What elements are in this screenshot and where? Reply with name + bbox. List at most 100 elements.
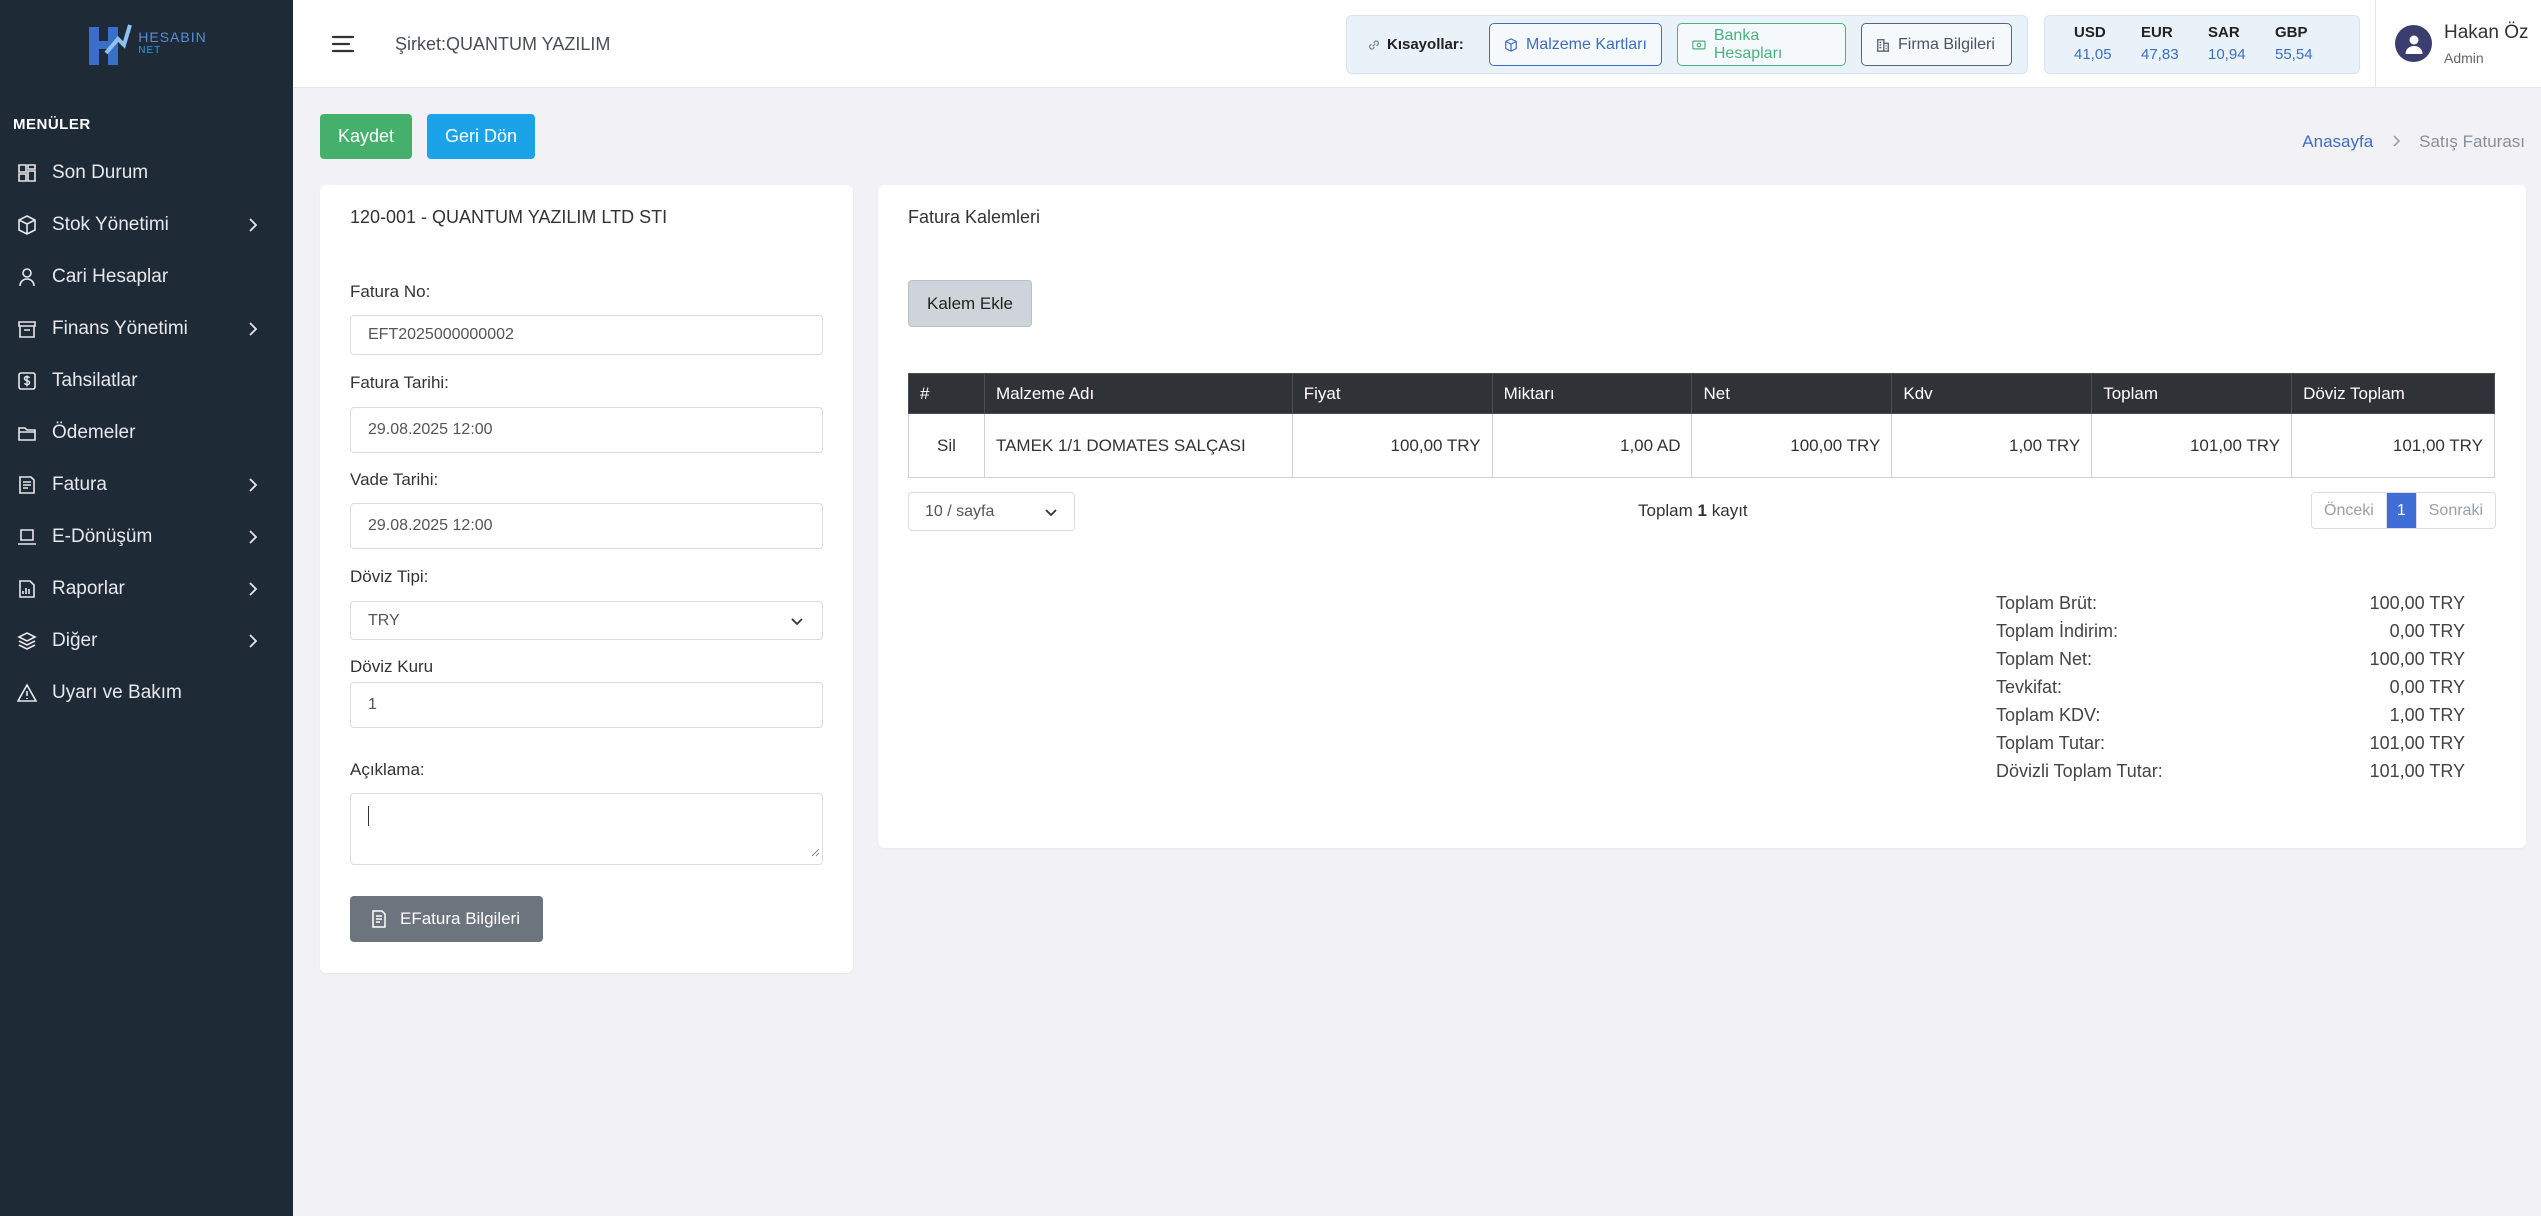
shortcut-label: Malzeme Kartları bbox=[1526, 35, 1647, 53]
link-icon bbox=[1369, 39, 1379, 50]
logo-text: HESABIN NET bbox=[138, 30, 206, 58]
chevron-right-icon bbox=[243, 475, 263, 495]
sidebar-item-label: Diğer bbox=[52, 630, 98, 651]
shortcut-firma-bilgileri[interactable]: Firma Bilgileri bbox=[1861, 23, 2012, 66]
col-net: Net bbox=[1691, 373, 1893, 414]
shortcut-label: Firma Bilgileri bbox=[1898, 35, 1995, 53]
shortcut-banka-hesaplari[interactable]: Banka Hesapları bbox=[1677, 23, 1846, 66]
report-icon bbox=[17, 579, 37, 599]
receipt-icon bbox=[372, 910, 386, 928]
user-avatar-icon bbox=[2405, 35, 2422, 54]
invoice-date-label: Fatura Tarihi: bbox=[350, 373, 449, 392]
back-button[interactable]: Geri Dön bbox=[427, 114, 535, 159]
efatura-button-label: EFatura Bilgileri bbox=[400, 909, 520, 928]
brand-sub: NET bbox=[138, 45, 162, 56]
sidebar-item-label: Son Durum bbox=[52, 162, 149, 183]
total-row: Tevkifat: 0,00 TRY bbox=[1996, 677, 2465, 705]
item-net: 100,00 TRY bbox=[1691, 413, 1893, 478]
col-name: Malzeme Adı bbox=[983, 373, 1293, 414]
chevron-right-icon bbox=[243, 215, 263, 235]
sidebar-item-raporlar[interactable]: Raporlar bbox=[0, 563, 293, 615]
rate-value: 47,83 bbox=[2141, 46, 2179, 63]
user-name[interactable]: Hakan Öz bbox=[2444, 22, 2528, 44]
add-item-button[interactable]: Kalem Ekle bbox=[908, 280, 1032, 327]
total-value: 101,00 TRY bbox=[2369, 733, 2465, 753]
sidebar-item-label: Finans Yönetimi bbox=[52, 318, 188, 339]
total-row: Toplam Tutar: 101,00 TRY bbox=[1996, 733, 2465, 761]
page-size-value: 10 / sayfa bbox=[925, 502, 995, 520]
currency-select[interactable]: TRY bbox=[350, 601, 823, 640]
total-value: 0,00 TRY bbox=[2389, 677, 2465, 697]
box-icon bbox=[17, 215, 37, 235]
total-value: 0,00 TRY bbox=[2389, 621, 2465, 641]
total-value: 100,00 TRY bbox=[2369, 593, 2465, 613]
sidebar-item-tahsilatlar[interactable]: Tahsilatlar bbox=[0, 355, 293, 407]
pagination-next[interactable]: Sonraki bbox=[2415, 493, 2495, 528]
shortcuts-bar: Kısayollar: Malzeme Kartları Banka Hesap… bbox=[1346, 15, 2028, 74]
total-value: 100,00 TRY bbox=[2369, 649, 2465, 669]
pagination-prev[interactable]: Önceki bbox=[2312, 493, 2387, 528]
sidebar: HESABIN NET MENÜLER Son Durum Stok Yöneti… bbox=[0, 0, 293, 1216]
efatura-info-button[interactable]: EFatura Bilgileri bbox=[350, 896, 543, 942]
archive-icon bbox=[17, 319, 37, 339]
save-button[interactable]: Kaydet bbox=[320, 114, 412, 159]
rate-gbp: GBP 55,54 bbox=[2275, 16, 2342, 73]
top-header: Şirket:QUANTUM YAZILIM Kısayollar: Malze… bbox=[293, 0, 2541, 88]
total-value: 1,00 TRY bbox=[2389, 705, 2465, 725]
sidebar-item-finans-yönetimi[interactable]: Finans Yönetimi bbox=[0, 303, 293, 355]
breadcrumb-current: Satış Faturası bbox=[2419, 132, 2525, 151]
col-total: Toplam bbox=[2091, 373, 2293, 414]
sidebar-item-label: Uyarı ve Bakım bbox=[52, 682, 182, 703]
exchange-rate-input[interactable]: 1 bbox=[350, 682, 823, 728]
sidebar-item-e-dönüşüm[interactable]: E-Dönüşüm bbox=[0, 511, 293, 563]
sidebar-item-diğer[interactable]: Diğer bbox=[0, 615, 293, 667]
shortcut-malzeme-kartlari[interactable]: Malzeme Kartları bbox=[1489, 23, 1662, 66]
account-title: 120-001 - QUANTUM YAZILIM LTD STI bbox=[350, 207, 668, 227]
invoice-no-value: EFT2025000000002 bbox=[368, 326, 514, 343]
sidebar-item-son-durum[interactable]: Son Durum bbox=[0, 147, 293, 199]
invoice-date-input[interactable]: 29.08.2025 12:00 bbox=[350, 407, 823, 453]
total-label: Toplam KDV: bbox=[1996, 705, 2101, 725]
laptop-icon bbox=[17, 527, 37, 547]
company-name: Şirket:QUANTUM YAZILIM bbox=[395, 34, 611, 54]
sidebar-item-label: Tahsilatlar bbox=[52, 370, 138, 391]
avatar[interactable] bbox=[2395, 25, 2432, 62]
page-size-select[interactable]: 10 / sayfa bbox=[908, 492, 1075, 531]
header-divider bbox=[2375, 0, 2376, 88]
pagination-page-1[interactable]: 1 bbox=[2386, 493, 2416, 528]
col-index: # bbox=[908, 373, 985, 414]
brand-logo: HESABIN NET bbox=[86, 21, 206, 67]
total-row: Toplam Brüt: 100,00 TRY bbox=[1996, 593, 2465, 621]
due-date-input[interactable]: 29.08.2025 12:00 bbox=[350, 503, 823, 549]
pagination: Önceki 1 Sonraki bbox=[2311, 492, 2496, 529]
breadcrumb: Anasayfa Satış Faturası bbox=[2302, 132, 2525, 152]
invoice-form-card: 120-001 - QUANTUM YAZILIM LTD STI Fatura… bbox=[320, 185, 853, 973]
sidebar-item-label: Fatura bbox=[52, 474, 107, 495]
record-suffix: kayıt bbox=[1711, 501, 1748, 520]
total-label: Tevkifat: bbox=[1996, 677, 2063, 697]
breadcrumb-home[interactable]: Anasayfa bbox=[2302, 132, 2373, 152]
chevron-right-icon bbox=[243, 631, 263, 651]
logo[interactable]: HESABIN NET bbox=[0, 0, 293, 88]
total-label: Toplam İndirim: bbox=[1996, 621, 2119, 641]
chevron-right-icon bbox=[243, 319, 263, 339]
item-total: 101,00 TRY bbox=[2091, 413, 2293, 478]
sidebar-item-cari-hesaplar[interactable]: Cari Hesaplar bbox=[0, 251, 293, 303]
item-price: 100,00 TRY bbox=[1291, 413, 1493, 478]
text-caret bbox=[368, 806, 369, 826]
sidebar-item-uyarı-ve-bakım[interactable]: Uyarı ve Bakım bbox=[0, 667, 293, 719]
delete-row-link[interactable]: Sil bbox=[908, 413, 985, 478]
sidebar-item-fatura[interactable]: Fatura bbox=[0, 459, 293, 511]
invoice-no-input[interactable]: EFT2025000000002 bbox=[350, 315, 823, 355]
chevron-right-icon bbox=[243, 527, 263, 547]
total-row: Toplam KDV: 1,00 TRY bbox=[1996, 705, 2465, 733]
user-icon bbox=[17, 267, 37, 287]
note-textarea[interactable] bbox=[350, 793, 823, 865]
total-label: Toplam Brüt: bbox=[1996, 593, 2098, 613]
sidebar-item-ödemeler[interactable]: Ödemeler bbox=[0, 407, 293, 459]
item-kdv: 1,00 TRY bbox=[1891, 413, 2093, 478]
hamburger-icon[interactable] bbox=[331, 32, 355, 56]
resize-handle-icon[interactable] bbox=[810, 844, 820, 862]
sidebar-item-stok-yönetimi[interactable]: Stok Yönetimi bbox=[0, 199, 293, 251]
currency-value: TRY bbox=[368, 611, 400, 629]
